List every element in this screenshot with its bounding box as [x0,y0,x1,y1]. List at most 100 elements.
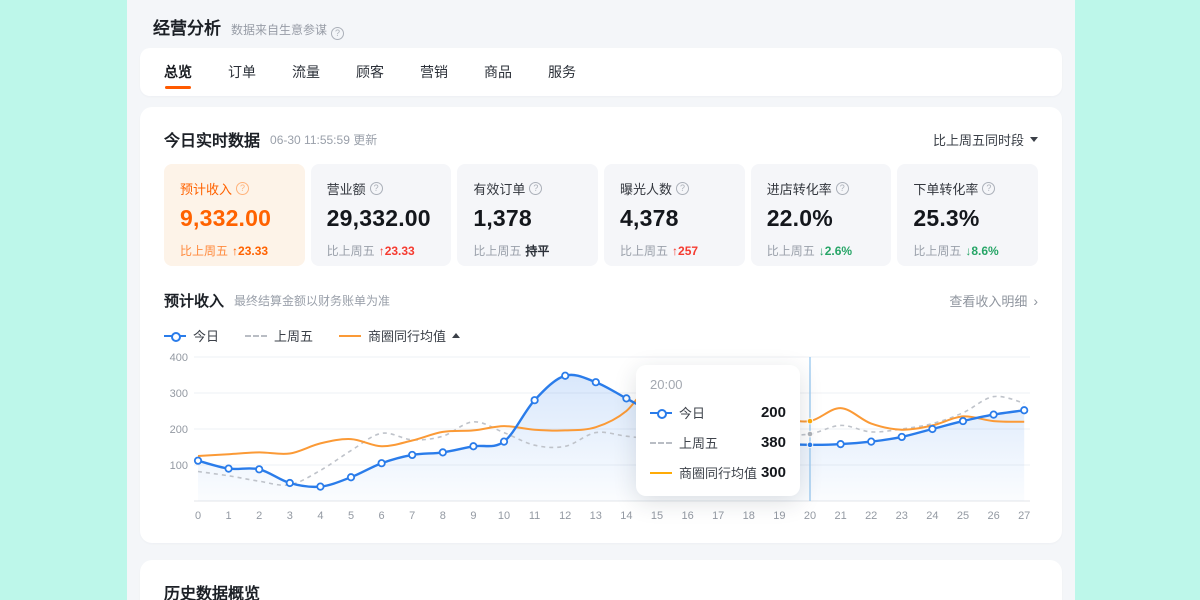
today-point-marker [837,441,843,447]
kpi-compare: 比上周五↓2.6% [767,242,876,259]
chart-tooltip: 20:00 今日 200 上周五 380 商圈同行均值 300 [636,365,800,496]
x-axis-label: 26 [987,510,999,522]
income-line-chart[interactable]: 1002003004000123456789101112131415161718… [164,353,1040,533]
kpi-compare: 比上周五持平 [473,242,582,259]
today-point-marker [929,426,935,432]
legend-item-today[interactable]: 今日 [164,326,219,345]
tooltip-series-value: 380 [761,434,786,451]
chevron-right-icon: › [1033,293,1038,309]
x-axis-label: 7 [409,510,415,522]
tab-customers[interactable]: 顾客 [346,48,394,96]
chart-legend: 今日 上周五 商圈同行均值 [164,326,1038,345]
tooltip-row-last-friday: 上周五 380 [650,433,786,452]
legend-item-last-friday[interactable]: 上周五 [245,326,313,345]
x-axis-label: 5 [348,510,354,522]
kpi-row: 预计收入? 9,332.00 比上周五↑23.33 营业额? 29,332.00… [164,164,1038,266]
x-axis-label: 23 [896,510,908,522]
x-axis-label: 0 [195,510,201,522]
chevron-up-icon[interactable] [452,333,460,338]
x-axis-label: 16 [681,510,693,522]
last-friday-highlight-dot [807,431,813,437]
help-icon[interactable]: ? [836,182,849,195]
tab-traffic[interactable]: 流量 [282,48,330,96]
page-header: 经营分析 数据来自生意参谋? [127,0,1075,48]
income-detail-link[interactable]: 查看收入明细 › [949,291,1038,310]
kpi-compare-prefix: 比上周五 [180,244,228,258]
kpi-compare: 比上周五↓8.6% [913,242,1022,259]
x-axis-label: 11 [529,510,540,522]
kpi-card-revenue: 营业额? 29,332.00 比上周五↑23.33 [311,164,452,266]
today-point-marker [623,395,629,401]
today-point-marker [562,373,568,379]
help-icon[interactable]: ? [529,182,542,195]
help-icon[interactable]: ? [236,182,249,195]
kpi-value: 9,332.00 [180,205,289,232]
today-point-marker [317,483,323,489]
tooltip-time: 20:00 [650,377,786,392]
peer-average-highlight-dot [807,418,813,424]
tab-orders[interactable]: 订单 [218,48,266,96]
kpi-compare-prefix: 比上周五 [327,244,375,258]
today-highlight-dot [807,442,813,448]
kpi-compare: 比上周五↑23.33 [180,242,289,259]
help-icon[interactable]: ? [331,27,344,40]
tab-service[interactable]: 服务 [538,48,586,96]
tooltip-series-name: 今日 [679,403,761,422]
today-point-marker [470,443,476,449]
x-axis-label: 9 [470,510,476,522]
today-point-marker [531,397,537,403]
income-chart: 1002003004000123456789101112131415161718… [164,353,1038,533]
x-axis-label: 19 [773,510,785,522]
tooltip-series-value: 300 [761,464,786,481]
help-icon[interactable]: ? [370,182,383,195]
kpi-compare-prefix: 比上周五 [913,244,961,258]
x-axis-label: 22 [865,510,877,522]
kpi-card-estimated-income: 预计收入? 9,332.00 比上周五↑23.33 [164,164,305,266]
compare-period-label: 比上周五同时段 [933,130,1024,149]
kpi-label-text: 有效订单 [473,179,525,198]
last-friday-line-icon [245,335,267,337]
legend-label: 商圈同行均值 [368,326,446,345]
kpi-compare-prefix: 比上周五 [767,244,815,258]
tooltip-series-name: 商圈同行均值 [679,463,761,482]
tab-products[interactable]: 商品 [474,48,522,96]
x-axis-label: 25 [957,510,969,522]
tab-overview[interactable]: 总览 [154,48,202,96]
help-icon[interactable]: ? [982,182,995,195]
today-point-marker [1021,407,1027,413]
legend-label: 上周五 [274,326,313,345]
peer-average-line-icon [650,472,672,474]
kpi-label-text: 曝光人数 [620,179,672,198]
kpi-card-exposure: 曝光人数? 4,378 比上周五↑257 [604,164,745,266]
help-icon[interactable]: ? [676,182,689,195]
tooltip-row-today: 今日 200 [650,403,786,422]
kpi-label: 营业额? [327,179,436,198]
legend-item-peer-average[interactable]: 商圈同行均值 [339,326,460,345]
y-axis-label: 200 [170,424,188,436]
kpi-card-order-conversion: 下单转化率? 25.3% 比上周五↓8.6% [897,164,1038,266]
today-point-marker [990,411,996,417]
kpi-card-entry-conversion: 进店转化率? 22.0% 比上周五↓2.6% [751,164,892,266]
x-axis-label: 18 [743,510,755,522]
kpi-label-text: 预计收入 [180,179,232,198]
today-point-marker [409,452,415,458]
last-friday-line-icon [650,442,672,444]
realtime-panel: 今日实时数据 06-30 11:55:59 更新 比上周五同时段 预计收入? 9… [140,107,1062,543]
realtime-title: 今日实时数据 [164,127,260,151]
kpi-value: 25.3% [913,205,1022,232]
kpi-value: 1,378 [473,205,582,232]
kpi-label: 有效订单? [473,179,582,198]
today-point-marker [256,466,262,472]
x-axis-label: 3 [287,510,293,522]
kpi-delta: ↑257 [672,244,698,258]
tab-marketing[interactable]: 营销 [410,48,458,96]
kpi-compare-prefix: 比上周五 [473,244,521,258]
kpi-label-text: 营业额 [327,179,366,198]
tooltip-row-peer-average: 商圈同行均值 300 [650,463,786,482]
x-axis-label: 10 [498,510,510,522]
compare-period-dropdown[interactable]: 比上周五同时段 [933,130,1038,149]
tooltip-series-value: 200 [761,404,786,421]
income-title: 预计收入 [164,290,224,311]
income-section-header: 预计收入 最终结算金额以财务账单为准 查看收入明细 › [164,290,1038,311]
kpi-label: 曝光人数? [620,179,729,198]
